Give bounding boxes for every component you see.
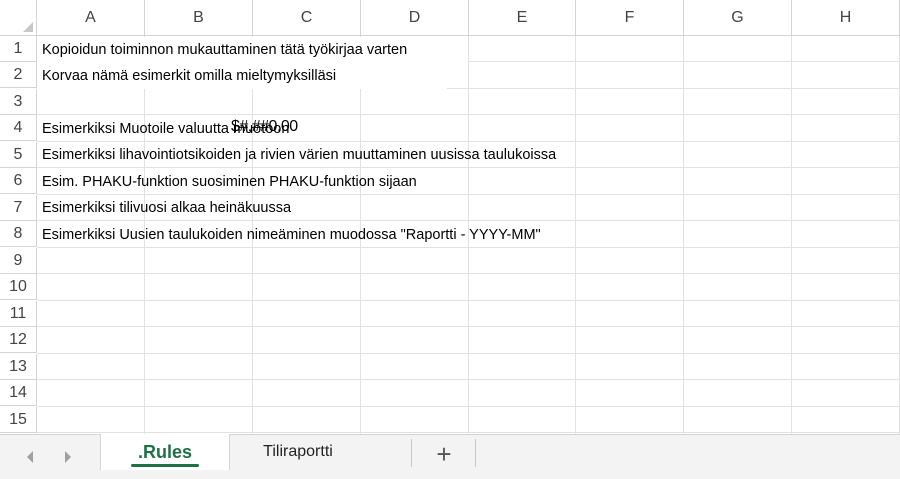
row-header-1[interactable]: 1 [0,36,37,62]
row-header-11[interactable]: 11 [0,301,37,327]
cell-a1[interactable]: Kopioidun toiminnon mukauttaminen tätä t… [37,37,468,63]
gridline-horizontal [37,273,900,274]
column-header-h[interactable]: H [792,0,900,36]
select-all-triangle-icon [23,22,33,32]
gridline-horizontal [37,379,900,380]
sheet-tab-label: Tiliraportti [263,443,333,460]
column-header-g[interactable]: G [684,0,792,36]
select-all-corner[interactable] [0,0,37,36]
row-header-9[interactable]: 9 [0,248,37,274]
chevron-right-icon[interactable] [58,447,78,467]
row-header-14[interactable]: 14 [0,380,37,406]
cell-a7[interactable]: Esimerkiksi tilivuosi alkaa heinäkuussa [37,195,291,221]
plus-icon: + [436,439,452,469]
row-header-8[interactable]: 8 [0,221,37,247]
column-header-e[interactable]: E [469,0,576,36]
row-header-4[interactable]: 4 [0,115,37,141]
cell-a8[interactable]: Esimerkiksi Uusien taulukoiden nimeämine… [37,222,541,248]
row-header-5[interactable]: 5 [0,142,37,168]
gridline-vertical [575,36,576,434]
gridline-horizontal [37,300,900,301]
gridline-horizontal [37,326,900,327]
column-header-c[interactable]: C [253,0,361,36]
row-header-12[interactable]: 12 [0,327,37,353]
cell-a6[interactable]: Esim. PHAKU-funktion suosiminen PHAKU-fu… [37,169,417,195]
spreadsheet-grid[interactable]: A B C D E F G H 1 2 3 4 5 6 7 8 9 10 11 … [0,0,900,434]
row-header-2[interactable]: 2 [0,62,37,88]
cell-a2[interactable]: Korvaa nämä esimerkit omilla mieltymyksi… [37,63,447,89]
column-header-b[interactable]: B [145,0,253,36]
gridline-horizontal [37,353,900,354]
column-header-a[interactable]: A [37,0,145,36]
row-header-10[interactable]: 10 [0,274,37,300]
tab-separator [411,439,412,467]
row-header-13[interactable]: 13 [0,354,37,380]
column-header-d[interactable]: D [361,0,469,36]
column-header-f[interactable]: F [576,0,684,36]
row-header-7[interactable]: 7 [0,195,37,221]
chevron-left-icon[interactable] [20,447,40,467]
gridline-vertical [791,36,792,434]
cell-b4-format-value[interactable]: $#,##0.00 [231,117,298,137]
sheet-tab-label: .Rules [137,441,193,462]
row-header-6[interactable]: 6 [0,168,37,194]
gridline-horizontal [37,432,900,433]
tab-separator [475,439,476,467]
gridline-horizontal [37,114,900,115]
gridline-horizontal [37,406,900,407]
gridline-vertical [683,36,684,434]
row-header-3[interactable]: 3 [0,89,37,115]
row-header-15[interactable]: 15 [0,407,37,433]
sheet-tab-bar: .Rules Tiliraportti + [0,434,900,479]
sheet-tab-tiliraportti[interactable]: Tiliraportti [231,434,365,470]
add-sheet-button[interactable]: + [429,441,459,467]
sheet-tab-rules[interactable]: .Rules [100,434,230,470]
cell-a5[interactable]: Esimerkiksi lihavointiotsikoiden ja rivi… [37,142,556,168]
